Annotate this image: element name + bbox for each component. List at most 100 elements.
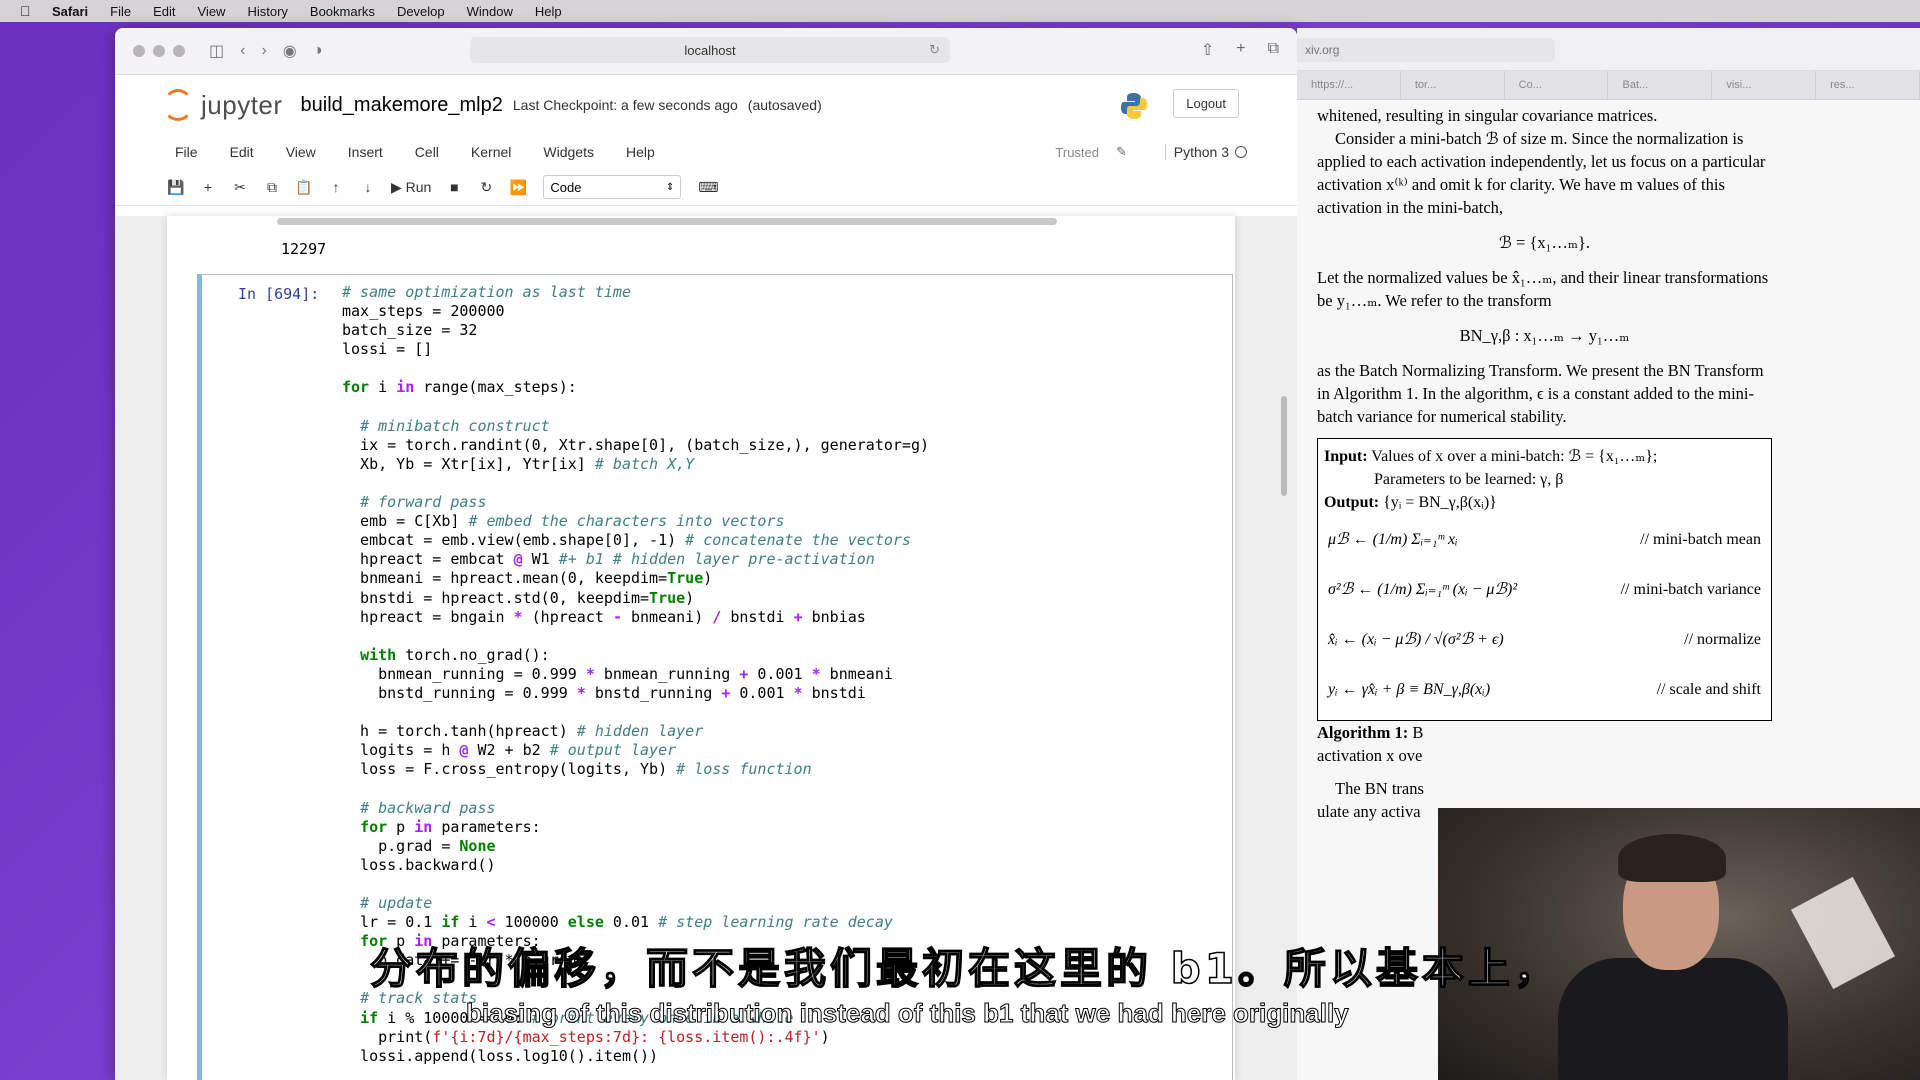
menu-bookmarks[interactable]: Bookmarks — [310, 4, 375, 19]
jmenu-kernel[interactable]: Kernel — [471, 144, 511, 160]
paste-icon[interactable]: 📋 — [291, 175, 317, 199]
menu-file[interactable]: File — [110, 4, 131, 19]
shield-icon[interactable]: ◑ — [313, 42, 323, 60]
algo-step-formula: x̂ᵢ ← (xᵢ − μℬ) / √(σ²ℬ + ϵ) — [1328, 630, 1504, 648]
jmenu-view[interactable]: View — [286, 144, 316, 160]
jupyter-logo-text: jupyter — [201, 89, 283, 120]
notebook-name[interactable]: build_makemore_mlp2 — [301, 94, 503, 117]
jmenu-edit[interactable]: Edit — [230, 144, 254, 160]
algo-step: x̂ᵢ ← (xᵢ − μℬ) / √(σ²ℬ + ϵ) // normaliz… — [1324, 614, 1765, 664]
restart-icon[interactable]: ↻ — [473, 175, 499, 199]
back-icon[interactable]: ‹ — [240, 42, 245, 60]
play-icon: ▶ — [391, 178, 406, 195]
menu-window[interactable]: Window — [467, 4, 513, 19]
algo-step-comment: // scale and shift — [1656, 680, 1761, 698]
save-icon[interactable]: 💾 — [163, 175, 189, 199]
run-button[interactable]: ▶ Run — [387, 175, 435, 199]
logout-button[interactable]: Logout — [1173, 89, 1239, 118]
previous-output: 12297 — [277, 216, 1097, 258]
paper-address-bar[interactable]: xiv.org — [1297, 38, 1555, 62]
jupyter-logo[interactable]: jupyter — [163, 89, 283, 121]
algo-step-comment: // mini-batch variance — [1620, 580, 1761, 598]
pencil-icon[interactable]: ✎ — [1116, 144, 1127, 160]
macos-menubar:  Safari File Edit View History Bookmark… — [0, 0, 1920, 22]
paper-paragraph: Let the normalized values be x̂₁…ₘ, and … — [1317, 268, 1769, 310]
algo-step: σ²ℬ ← (1/m) Σᵢ₌₁ᵐ (xᵢ − μℬ)² // mini-bat… — [1324, 564, 1765, 614]
paper-tab[interactable]: tor... — [1401, 71, 1505, 99]
jupyter-logo-icon — [163, 89, 193, 121]
algo-step: yᵢ ← γx̂ᵢ + β ≡ BN_γ,β(xᵢ) // scale and … — [1324, 664, 1765, 714]
jmenu-cell[interactable]: Cell — [415, 144, 439, 160]
cut-icon[interactable]: ✂ — [227, 175, 253, 199]
copy-icon[interactable]: ⧉ — [259, 175, 285, 199]
menu-help[interactable]: Help — [535, 4, 562, 19]
kernel-name[interactable]: Python 3 — [1164, 144, 1229, 160]
checkpoint-status: Last Checkpoint: a few seconds ago — [512, 97, 738, 113]
minimize-window-button[interactable] — [153, 45, 165, 57]
menu-edit[interactable]: Edit — [153, 4, 175, 19]
caption-line: activation x ove — [1317, 746, 1423, 765]
paper-tab[interactable]: res... — [1816, 71, 1920, 99]
algo-output-label: Output: — [1324, 494, 1380, 511]
address-bar[interactable]: localhost ↻ — [470, 37, 950, 63]
python-logo-icon — [1121, 93, 1147, 119]
cell-type-select[interactable]: Code ⇕ — [543, 175, 682, 199]
kernel-status-icon — [1235, 146, 1247, 158]
fast-forward-icon[interactable]: ⏩ — [505, 175, 531, 199]
privacy-icon[interactable]: ◉ — [283, 41, 297, 61]
paper-tab[interactable]: Bat... — [1608, 71, 1713, 99]
lamp-shape — [1790, 876, 1896, 990]
forward-icon[interactable]: › — [261, 42, 266, 60]
paper-tab[interactable]: https://... — [1297, 71, 1401, 99]
paper-equation: BN_γ,β : x₁…ₘ → y₁…ₘ — [1459, 326, 1630, 345]
caption-text: B — [1412, 723, 1424, 742]
menu-app[interactable]: Safari — [52, 4, 88, 19]
horizontal-scrollbar[interactable] — [277, 218, 1057, 225]
presenter-body — [1558, 958, 1788, 1080]
move-up-icon[interactable]: ↑ — [323, 175, 349, 199]
presenter-hair — [1618, 834, 1726, 882]
paper-tab[interactable]: Co... — [1505, 71, 1609, 99]
trusted-indicator[interactable]: Trusted — [1055, 145, 1099, 160]
apple-icon[interactable]:  — [20, 4, 38, 18]
zoom-window-button[interactable] — [173, 45, 185, 57]
share-icon[interactable]: ⇧ — [1201, 40, 1214, 60]
jmenu-file[interactable]: File — [175, 144, 198, 160]
menu-develop[interactable]: Develop — [397, 4, 445, 19]
chevron-updown-icon: ⇕ — [665, 181, 675, 193]
reload-icon[interactable]: ↻ — [929, 42, 940, 58]
paper-equation: ℬ = {x₁…ₘ}. — [1498, 233, 1591, 252]
algo-step-comment: // mini-batch mean — [1640, 530, 1761, 548]
keyboard-icon[interactable]: ⌨ — [695, 175, 721, 199]
algo-input-label: Input: — [1324, 448, 1368, 465]
browser-titlebar: ◫ ‹ › ◉ ◑ localhost ↻ ⇧ + ⧉ — [115, 28, 1297, 75]
paper-tab[interactable]: visi... — [1712, 71, 1817, 99]
sidebar-icon[interactable]: ◫ — [209, 41, 224, 61]
paper-paragraph: Consider a mini-batch ℬ of size m. Since… — [1317, 129, 1766, 217]
new-tab-icon[interactable]: + — [1236, 40, 1245, 60]
caption-label: Algorithm 1: — [1317, 723, 1409, 742]
cell-prompt: In [694]: — [238, 285, 320, 303]
algo-step-formula: μℬ ← (1/m) Σᵢ₌₁ᵐ xᵢ — [1328, 530, 1458, 548]
subtitle-english: biasing of this distribution instead of … — [466, 998, 1350, 1029]
jmenu-insert[interactable]: Insert — [348, 144, 383, 160]
jmenu-widgets[interactable]: Widgets — [543, 144, 594, 160]
paper-titlebar: xiv.org — [1297, 28, 1920, 71]
menu-history[interactable]: History — [247, 4, 287, 19]
algo-step-formula: σ²ℬ ← (1/m) Σᵢ₌₁ᵐ (xᵢ − μℬ)² — [1328, 580, 1518, 598]
menu-view[interactable]: View — [198, 4, 226, 19]
jupyter-menubar: File Edit View Insert Cell Kernel Widget… — [115, 135, 1297, 169]
move-down-icon[interactable]: ↓ — [355, 175, 381, 199]
algorithm-box: Input: Values of x over a mini-batch: ℬ … — [1317, 438, 1772, 721]
paper-content: whitened, resulting in singular covarian… — [1317, 104, 1772, 823]
paper-paragraph: The BN trans — [1335, 779, 1424, 798]
algo-params: Parameters to be learned: γ, β — [1374, 471, 1564, 488]
jupyter-header: jupyter build_makemore_mlp2 Last Checkpo… — [115, 75, 1297, 135]
close-window-button[interactable] — [133, 45, 145, 57]
stop-icon[interactable]: ■ — [441, 175, 467, 199]
subtitle-chinese: 分布的偏移，而不是我们最初在这里的 b1。所以基本上， — [369, 943, 1560, 994]
jmenu-help[interactable]: Help — [626, 144, 655, 160]
paper-tab-bar: https://... tor... Co... Bat... visi... … — [1297, 71, 1920, 100]
tab-overview-icon[interactable]: ⧉ — [1268, 40, 1279, 60]
insert-cell-icon[interactable]: + — [195, 175, 221, 199]
